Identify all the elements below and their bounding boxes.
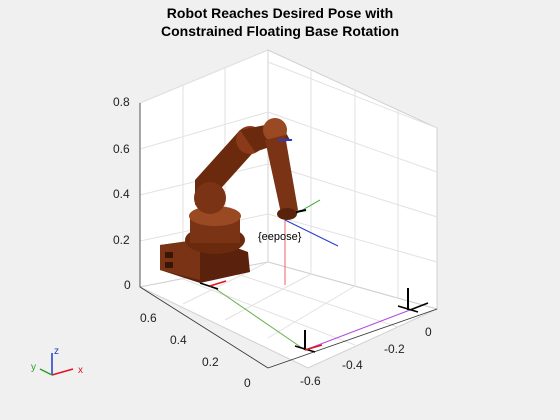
y-tick-3: 0.2 — [202, 355, 219, 369]
z-tick-1: 0.8 — [113, 95, 130, 109]
z-tick-2: 0.6 — [113, 142, 130, 156]
x-tick-3: -0.2 — [384, 342, 405, 356]
y-tick-4: 0 — [244, 376, 251, 390]
y-tick-1: 0.6 — [140, 311, 157, 325]
y-tick-2: 0.4 — [170, 333, 187, 347]
triad-z-label: z — [54, 346, 59, 357]
triad-x-label: x — [78, 365, 83, 376]
z-tick-5: 0 — [124, 278, 131, 292]
x-tick-1: -0.6 — [300, 374, 321, 388]
figure-window: Robot Reaches Desired Pose with Constrai… — [0, 0, 560, 420]
z-tick-3: 0.4 — [113, 187, 130, 201]
z-tick-4: 0.2 — [113, 233, 130, 247]
triad-y-label: y — [31, 362, 36, 373]
x-tick-4: 0 — [425, 325, 432, 339]
eepose-frame-label: {eepose} — [258, 231, 302, 243]
x-tick-2: -0.4 — [342, 358, 363, 372]
